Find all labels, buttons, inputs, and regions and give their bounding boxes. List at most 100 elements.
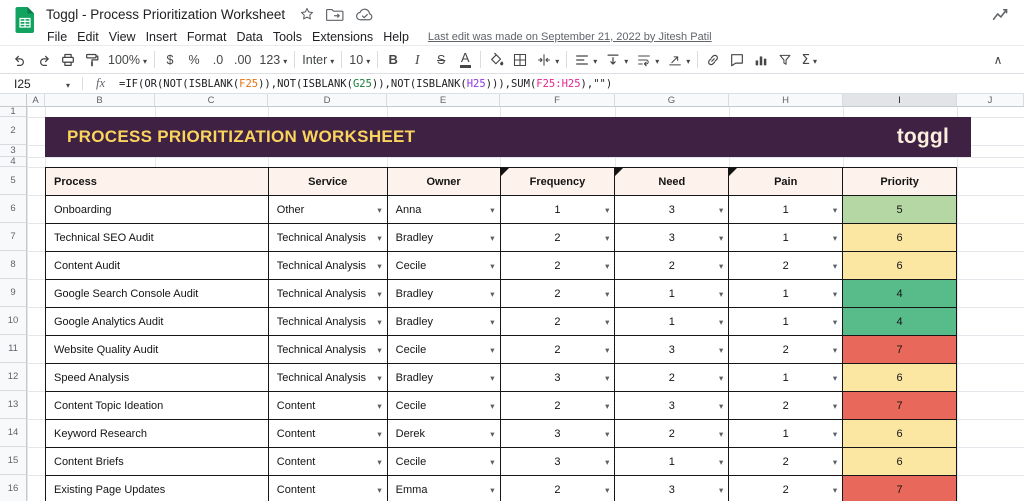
dropdown-caret-icon[interactable] <box>605 204 609 216</box>
column-header-E[interactable]: E <box>387 94 500 106</box>
cell-process[interactable]: Technical SEO Audit <box>46 224 269 252</box>
menu-data[interactable]: Data <box>231 30 267 44</box>
dropdown-caret-icon[interactable] <box>377 260 381 272</box>
redo-button[interactable] <box>32 48 56 71</box>
cell-process[interactable]: Google Search Console Audit <box>46 280 269 308</box>
cell-owner[interactable]: Derek <box>388 420 501 448</box>
cell-priority[interactable]: 6 <box>843 252 957 280</box>
cell-frequency[interactable]: 3 <box>501 448 616 476</box>
cell-service[interactable]: Technical Analysis <box>269 336 388 364</box>
dropdown-caret-icon[interactable] <box>833 456 837 468</box>
dropdown-caret-icon[interactable] <box>490 204 494 216</box>
name-box-caret-icon[interactable] <box>66 77 70 91</box>
cell-need[interactable]: 1 <box>615 308 729 336</box>
fill-color-button[interactable] <box>484 48 508 71</box>
dropdown-caret-icon[interactable] <box>719 400 723 412</box>
move-folder-icon[interactable] <box>326 7 344 22</box>
banner-cell[interactable]: PROCESS PRIORITIZATION WORKSHEET toggl <box>45 117 971 157</box>
column-header-H[interactable]: H <box>729 94 843 106</box>
dropdown-caret-icon[interactable] <box>377 232 381 244</box>
cell-service[interactable]: Content <box>269 448 388 476</box>
dropdown-caret-icon[interactable] <box>833 372 837 384</box>
cell-process[interactable]: Onboarding <box>46 196 269 224</box>
cell-need[interactable]: 2 <box>615 420 729 448</box>
undo-button[interactable] <box>8 48 32 71</box>
header-need[interactable]: Need <box>615 168 729 196</box>
cell-pain[interactable]: 1 <box>729 196 843 224</box>
header-owner[interactable]: Owner <box>388 168 501 196</box>
cell-service[interactable]: Content <box>269 420 388 448</box>
cell-service[interactable]: Technical Analysis <box>269 224 388 252</box>
cell-pain[interactable]: 1 <box>729 364 843 392</box>
cell-service[interactable]: Other <box>269 196 388 224</box>
dropdown-caret-icon[interactable] <box>833 260 837 272</box>
cell-service[interactable]: Content <box>269 476 388 501</box>
row-header-10[interactable]: 10 <box>0 307 26 335</box>
row-header-13[interactable]: 13 <box>0 391 26 419</box>
menu-insert[interactable]: Insert <box>141 30 182 44</box>
text-color-button[interactable]: A <box>453 48 477 71</box>
header-frequency[interactable]: Frequency <box>501 168 616 196</box>
column-header-A[interactable]: A <box>27 94 45 106</box>
row-header-1[interactable]: 1 <box>0 107 26 117</box>
column-header-I[interactable]: I <box>843 94 957 106</box>
dropdown-caret-icon[interactable] <box>490 428 494 440</box>
more-formats-button[interactable]: 123 <box>255 48 291 71</box>
format-as-percent-button[interactable]: % <box>182 48 206 71</box>
cell-priority[interactable]: 6 <box>843 448 957 476</box>
cell-owner[interactable]: Cecile <box>388 448 501 476</box>
cell-priority[interactable]: 6 <box>843 420 957 448</box>
header-pain[interactable]: Pain <box>729 168 843 196</box>
cell-owner[interactable]: Cecile <box>388 336 501 364</box>
dropdown-caret-icon[interactable] <box>490 288 494 300</box>
cell-owner[interactable]: Anna <box>388 196 501 224</box>
cell-service[interactable]: Technical Analysis <box>269 280 388 308</box>
dropdown-caret-icon[interactable] <box>605 260 609 272</box>
row-header-16[interactable]: 16 <box>0 475 26 501</box>
cell-need[interactable]: 2 <box>615 364 729 392</box>
merge-cells-button[interactable] <box>532 48 563 71</box>
row-header-6[interactable]: 6 <box>0 195 26 223</box>
column-header-D[interactable]: D <box>268 94 387 106</box>
cell-process[interactable]: Content Topic Ideation <box>46 392 269 420</box>
dropdown-caret-icon[interactable] <box>605 484 609 496</box>
dropdown-caret-icon[interactable] <box>833 484 837 496</box>
name-box[interactable]: I25 <box>0 77 76 91</box>
dropdown-caret-icon[interactable] <box>833 428 837 440</box>
menu-format[interactable]: Format <box>182 30 232 44</box>
row-header-8[interactable]: 8 <box>0 251 26 279</box>
menu-extensions[interactable]: Extensions <box>307 30 378 44</box>
cell-need[interactable]: 3 <box>615 392 729 420</box>
row-header-9[interactable]: 9 <box>0 279 26 307</box>
menu-help[interactable]: Help <box>378 30 414 44</box>
dropdown-caret-icon[interactable] <box>605 456 609 468</box>
cell-service[interactable]: Technical Analysis <box>269 364 388 392</box>
dropdown-caret-icon[interactable] <box>377 344 381 356</box>
cell-priority[interactable]: 6 <box>843 364 957 392</box>
format-as-currency-button[interactable]: $ <box>158 48 182 71</box>
dropdown-caret-icon[interactable] <box>833 316 837 328</box>
dropdown-caret-icon[interactable] <box>833 288 837 300</box>
cell-frequency[interactable]: 2 <box>501 224 616 252</box>
column-header-G[interactable]: G <box>615 94 729 106</box>
cell-process[interactable]: Google Analytics Audit <box>46 308 269 336</box>
text-rotation-button[interactable] <box>663 48 694 71</box>
row-header-2[interactable]: 2 <box>0 117 26 145</box>
header-service[interactable]: Service <box>269 168 388 196</box>
strikethrough-button[interactable]: S <box>429 48 453 71</box>
print-button[interactable] <box>56 48 80 71</box>
dropdown-caret-icon[interactable] <box>719 316 723 328</box>
dropdown-caret-icon[interactable] <box>377 484 381 496</box>
dropdown-caret-icon[interactable] <box>605 400 609 412</box>
cell-process[interactable]: Speed Analysis <box>46 364 269 392</box>
cell-priority[interactable]: 7 <box>843 336 957 364</box>
font-size-select[interactable]: 10 <box>345 48 374 71</box>
cell-need[interactable]: 3 <box>615 196 729 224</box>
text-wrap-button[interactable] <box>632 48 663 71</box>
decrease-decimal-places-button[interactable]: .0 <box>206 48 230 71</box>
dropdown-caret-icon[interactable] <box>377 428 381 440</box>
cell-owner[interactable]: Bradley <box>388 224 501 252</box>
column-header-J[interactable]: J <box>957 94 1024 106</box>
cell-frequency[interactable]: 2 <box>501 280 616 308</box>
cell-need[interactable]: 2 <box>615 252 729 280</box>
